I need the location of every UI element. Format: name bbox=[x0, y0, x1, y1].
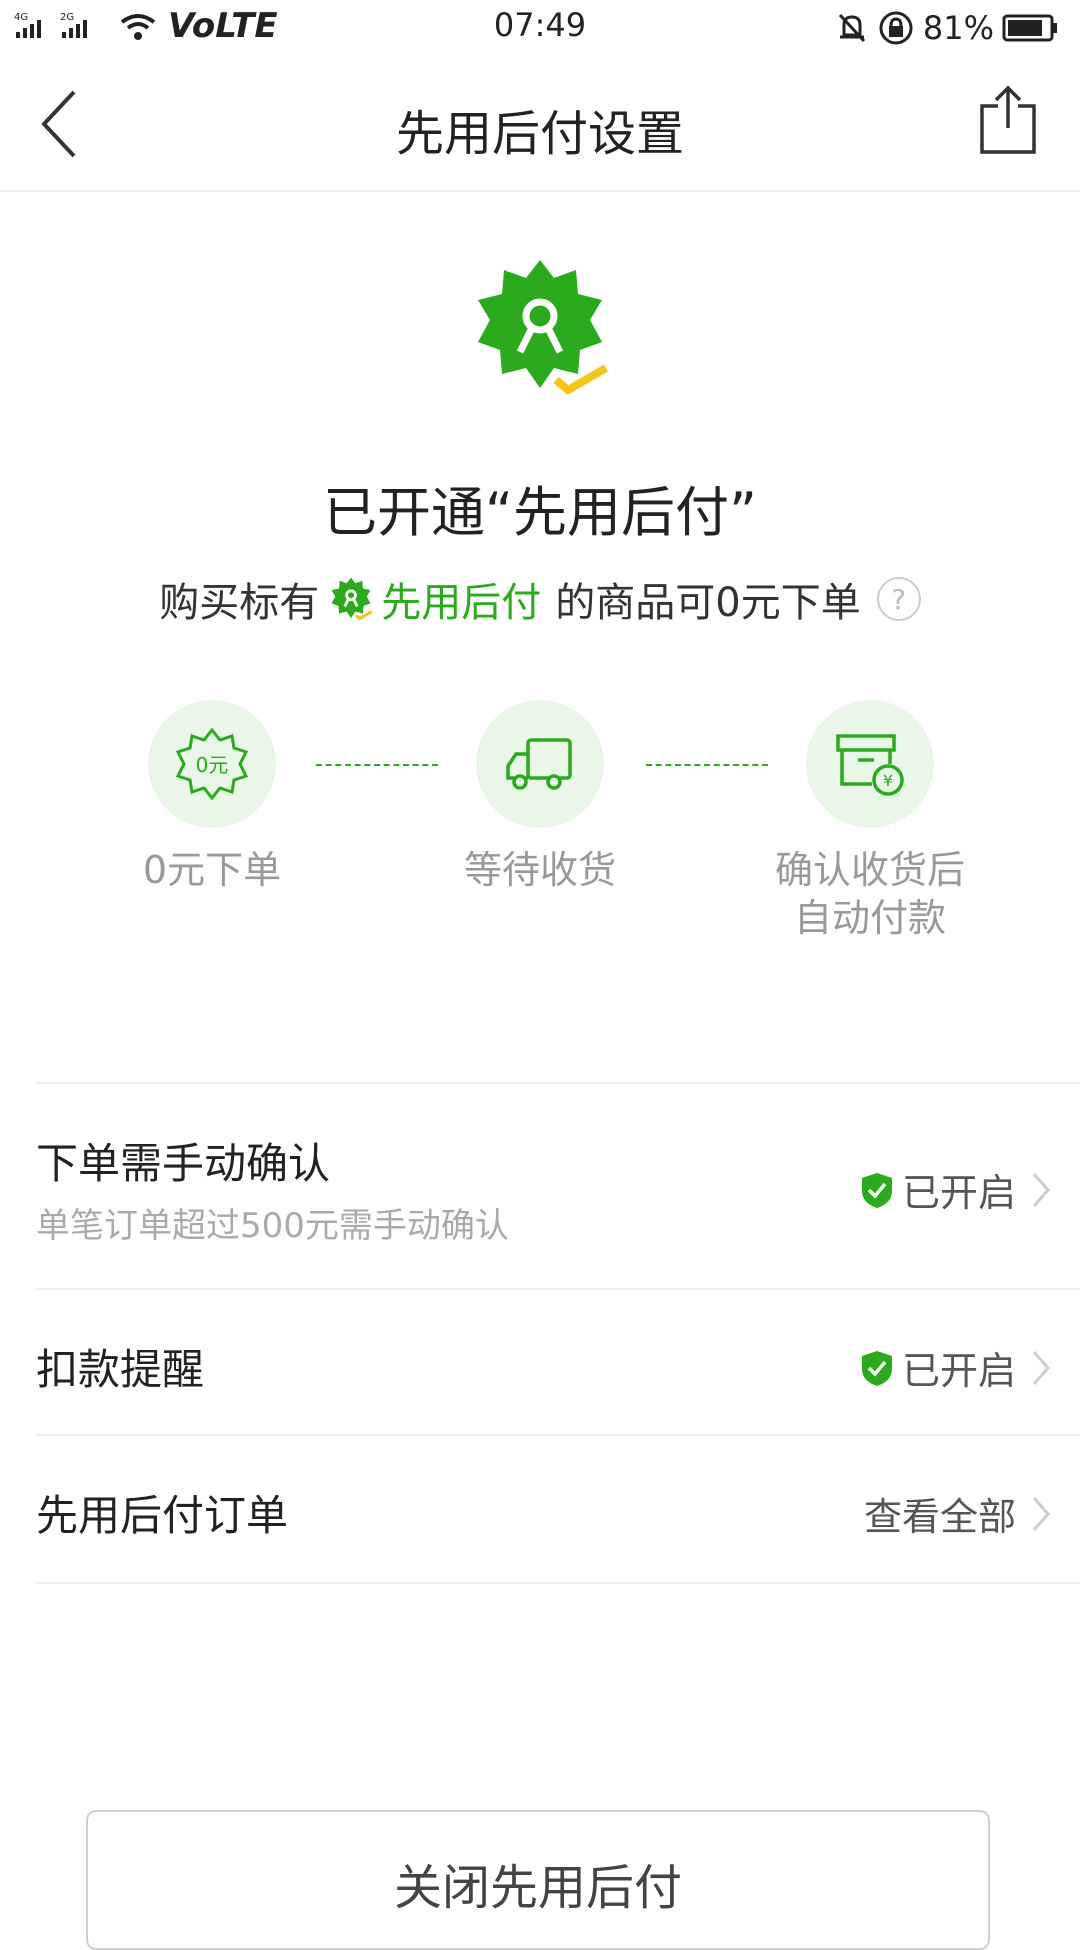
setting-status[interactable]: 已开启 bbox=[860, 1162, 1052, 1217]
activation-status-title: 已开通“先用后付” bbox=[323, 481, 757, 544]
chevron-right-icon bbox=[1032, 1172, 1050, 1207]
chevron-right-icon bbox=[1032, 1350, 1050, 1385]
battery-icon bbox=[1002, 14, 1057, 42]
step-label-line1: 确认收货后 bbox=[774, 848, 965, 892]
status-right-icons: 81% bbox=[835, 8, 1060, 48]
status-text: 已开启 bbox=[901, 1349, 1016, 1393]
navigation-bar: 先用后付设置 bbox=[0, 56, 1080, 192]
setting-title: 先用后付订单 bbox=[36, 1491, 289, 1540]
status-bar: 4G 2G VoLTE 07:49 81% bbox=[0, 0, 1080, 56]
svg-text:¥: ¥ bbox=[883, 771, 893, 790]
step-icon-circle: ¥ bbox=[806, 700, 934, 828]
pay-later-badge-icon bbox=[478, 260, 609, 395]
setting-row-pay-later-orders[interactable]: 先用后付订单 查看全部 bbox=[36, 1434, 1080, 1584]
setting-status[interactable]: 已开启 bbox=[860, 1340, 1052, 1395]
zero-yuan-badge-icon: 0元 bbox=[175, 727, 249, 801]
delivery-truck-icon bbox=[506, 738, 572, 790]
setting-subtitle: 单笔订单超过500元需手动确认 bbox=[36, 1206, 509, 1246]
step-label-line2: 自动付款 bbox=[793, 896, 946, 940]
description-highlight: 先用后付 bbox=[381, 580, 542, 626]
step-icon-circle: 0元 bbox=[148, 700, 276, 828]
view-all-link[interactable]: 查看全部 bbox=[864, 1486, 1052, 1541]
status-text: 已开启 bbox=[901, 1171, 1016, 1215]
step-zero-order: 0元 0元下单 bbox=[102, 700, 322, 894]
shield-check-icon bbox=[861, 1350, 892, 1386]
step-await-delivery: 等待收货 bbox=[430, 700, 650, 894]
setting-row-manual-confirm[interactable]: 下单需手动确认 单笔订单超过500元需手动确认 已开启 bbox=[36, 1082, 1080, 1288]
step-connector bbox=[646, 764, 768, 766]
rotation-lock-icon bbox=[879, 11, 913, 45]
description-prefix: 购买标有 bbox=[159, 580, 320, 626]
step-icon-circle bbox=[476, 700, 604, 828]
help-icon[interactable]: ? bbox=[876, 577, 921, 621]
close-pay-later-button[interactable]: 关闭先用后付 bbox=[86, 1810, 990, 1950]
step-label: 0元下单 bbox=[142, 848, 282, 892]
pay-later-mini-badge-icon bbox=[331, 577, 373, 621]
mute-bell-icon bbox=[838, 13, 865, 43]
view-all-text: 查看全部 bbox=[863, 1495, 1016, 1539]
step-label: 等待收货 bbox=[463, 848, 616, 892]
battery-percent: 81% bbox=[922, 9, 994, 47]
step-auto-pay: ¥ 确认收货后 自动付款 bbox=[760, 700, 980, 942]
setting-row-deduction-reminder[interactable]: 扣款提醒 已开启 bbox=[36, 1288, 1080, 1434]
setting-title: 扣款提醒 bbox=[36, 1345, 205, 1394]
chevron-right-icon bbox=[1032, 1496, 1050, 1531]
setting-title: 下单需手动确认 bbox=[36, 1139, 331, 1188]
share-button[interactable] bbox=[976, 84, 1040, 156]
payment-box-icon: ¥ bbox=[836, 734, 904, 796]
step-label: 确认收货后 自动付款 bbox=[760, 846, 980, 942]
page-title: 先用后付设置 bbox=[395, 106, 684, 162]
feature-description: 购买标有 先用后付 的商品可0元下单 ? bbox=[0, 570, 1080, 628]
step-connector bbox=[316, 764, 438, 766]
svg-text:0元: 0元 bbox=[196, 753, 229, 777]
shield-check-icon bbox=[861, 1172, 892, 1208]
description-suffix: 的商品可0元下单 bbox=[555, 580, 861, 626]
